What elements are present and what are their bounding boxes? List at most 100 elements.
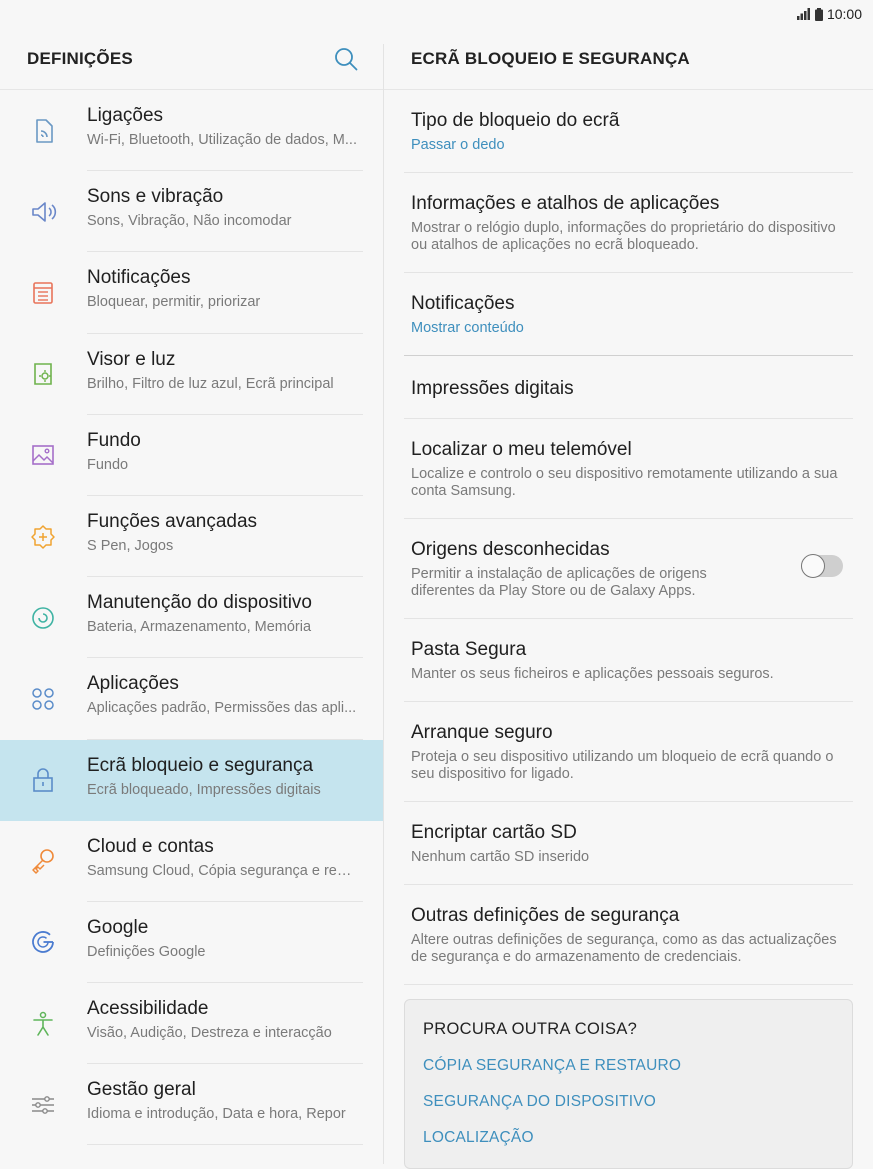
settings-item-subtitle: Fundo (87, 456, 129, 473)
lock-setting-subtitle: Proteja o seu dispositivo utilizando um … (411, 749, 834, 782)
settings-item-subtitle: Visão, Audição, Destreza e interacção (87, 1025, 332, 1042)
notifications-icon (33, 282, 53, 304)
settings-item-text: Sons e vibração Sons, Vibração, Não inco… (87, 186, 357, 229)
toggle-knob (801, 554, 825, 578)
lock-setting-subtitle: Mostrar o relógio duplo, informações do … (411, 220, 836, 253)
settings-item-title: Google (87, 916, 149, 938)
settings-item-text: Funções avançadas S Pen, Jogos (87, 511, 357, 554)
lock-setting-title: Origens desconhecidas (411, 539, 610, 560)
lock-setting-item[interactable]: Notificações Mostrar conteúdo (404, 273, 853, 356)
connections-icon (36, 118, 53, 143)
lock-setting-title: Pasta Segura (411, 639, 527, 660)
settings-item-text: Notificações Bloquear, permitir, prioriz… (87, 267, 357, 310)
lock-icon (33, 768, 53, 792)
settings-item-sliders[interactable]: Gestão geral Idioma e introdução, Data e… (0, 1064, 383, 1146)
settings-item-subtitle: Bloquear, permitir, priorizar (87, 294, 261, 311)
settings-item-accessibility[interactable]: Acessibilidade Visão, Audição, Destreza … (0, 983, 383, 1065)
accessibility-icon (33, 1011, 53, 1036)
lock-setting-item[interactable]: Pasta Segura Manter os seus ficheiros e a… (404, 619, 853, 702)
settings-item-title: Acessibilidade (87, 998, 209, 1020)
lock-setting-item[interactable]: Outras definições de segurança Altere out… (404, 885, 853, 985)
lock-setting-title: Tipo de bloqueio do ecrã (411, 110, 620, 131)
key-icon (32, 849, 54, 875)
lock-setting-item[interactable]: Origens desconhecidas Permitir a instalaç… (404, 519, 853, 619)
status-time: 10:00 (826, 6, 862, 22)
settings-item-title: Aplicações (87, 673, 179, 695)
settings-item-connections[interactable]: Ligações Wi-Fi, Bluetooth, Utilização de… (0, 90, 383, 172)
settings-item-text: Google Definições Google (87, 917, 357, 960)
settings-item-subtitle: Definições Google (87, 943, 206, 960)
lock-setting-subtitle: Nenhum cartão SD inserido (411, 849, 590, 865)
signal-icon (796, 8, 810, 20)
settings-item-subtitle: Sons, Vibração, Não incomodar (87, 213, 292, 230)
lock-setting-subtitle: Manter os seus ficheiros e aplicações pe… (411, 666, 774, 682)
wallpaper-icon (32, 445, 54, 466)
settings-item-text: Aplicações Aplicações padrão, Permissões… (87, 673, 357, 716)
settings-item-lock[interactable]: Ecrã bloqueio e segurança Ecrã bloqueado… (0, 739, 383, 821)
lock-setting-title: Notificações (411, 293, 515, 314)
settings-item-display[interactable]: Visor e luz Brilho, Filtro de luz azul, … (0, 334, 383, 415)
lock-setting-item[interactable]: Encriptar cartão SD Nenhum cartão SD inse… (404, 802, 853, 885)
looking-for-title: PROCURA OUTRA COISA? (423, 1020, 638, 1038)
lock-setting-title: Informações e atalhos de aplicações (411, 193, 720, 214)
settings-item-subtitle: Bateria, Armazenamento, Memória (87, 619, 312, 636)
settings-item-title: Notificações (87, 267, 191, 289)
lock-setting-title: Encriptar cartão SD (411, 822, 577, 843)
link-location[interactable]: LOCALIZAÇÃO (423, 1129, 834, 1147)
settings-item-apps[interactable]: Aplicações Aplicações padrão, Permissões… (0, 658, 383, 740)
link-device-security[interactable]: SEGURANÇA DO DISPOSITIVO (423, 1093, 834, 1111)
lock-setting-subtitle: Localize e controlo o seu dispositivo re… (411, 466, 838, 499)
settings-item-text: Gestão geral Idioma e introdução, Data e… (87, 1079, 357, 1122)
lock-setting-subtitle: Mostrar conteúdo (411, 320, 524, 336)
lock-setting-item[interactable]: Impressões digitais (404, 356, 853, 419)
lock-setting-item[interactable]: Informações e atalhos de aplicações Mostr… (404, 173, 853, 273)
lock-security-settings: Tipo de bloqueio do ecrã Passar o dedo Inf… (384, 90, 873, 985)
settings-item-device-maintenance[interactable]: Manutenção do dispositivo Bateria, Armaz… (0, 577, 383, 659)
settings-item-key[interactable]: Cloud e contas Samsung Cloud, Cópia segu… (0, 821, 383, 903)
lock-setting-item[interactable]: Arranque seguro Proteja o seu dispositivo… (404, 702, 853, 802)
speaker-icon (32, 201, 57, 222)
settings-list-pane: DEFINIÇÕES Ligações Wi-Fi, Bluetooth, Ut… (0, 28, 383, 1164)
settings-item-advanced-features[interactable]: Funções avançadas S Pen, Jogos (0, 496, 383, 578)
settings-item-subtitle: Ecrã bloqueado, Impressões digitais (87, 781, 321, 798)
settings-item-speaker[interactable]: Sons e vibração Sons, Vibração, Não inco… (0, 171, 383, 253)
detail-header: ECRÃ BLOQUEIO E SEGURANÇA (384, 28, 873, 90)
settings-item-title: Manutenção do dispositivo (87, 592, 312, 614)
settings-item-title: Visor e luz (87, 348, 176, 370)
settings-item-text: Manutenção do dispositivo Bateria, Armaz… (87, 592, 357, 635)
settings-item-title: Gestão geral (87, 1079, 196, 1101)
lock-setting-title: Arranque seguro (411, 722, 553, 743)
settings-menu: Ligações Wi-Fi, Bluetooth, Utilização de… (0, 90, 383, 1146)
settings-item-google[interactable]: Google Definições Google (0, 902, 383, 984)
lock-setting-title: Outras definições de segurança (411, 905, 680, 926)
lock-setting-item[interactable]: Tipo de bloqueio do ecrã Passar o dedo (404, 90, 853, 173)
settings-item-subtitle: Samsung Cloud, Cópia segurança e rest... (87, 862, 357, 879)
lock-setting-title: Localizar o meu telemóvel (411, 439, 632, 460)
settings-item-text: Fundo Fundo (87, 430, 357, 473)
settings-item-text: Ecrã bloqueio e segurança Ecrã bloqueado… (87, 755, 357, 798)
lock-setting-subtitle: Altere outras definições de segurança, c… (411, 932, 837, 965)
unknown-sources-toggle[interactable] (801, 554, 843, 578)
settings-item-wallpaper[interactable]: Fundo Fundo (0, 415, 383, 497)
search-icon[interactable] (333, 46, 359, 72)
advanced-features-icon (31, 524, 55, 549)
lock-setting-title: Impressões digitais (411, 378, 574, 399)
settings-item-text: Ligações Wi-Fi, Bluetooth, Utilização de… (87, 105, 357, 148)
settings-item-subtitle: S Pen, Jogos (87, 537, 174, 554)
lock-setting-item[interactable]: Localizar o meu telemóvel Localize e cont… (404, 419, 853, 519)
lock-security-pane: ECRÃ BLOQUEIO E SEGURANÇA Tipo de bloque… (384, 28, 873, 1169)
settings-item-title: Ligações (87, 105, 164, 126)
settings-item-title: Funções avançadas (87, 510, 258, 532)
settings-item-title: Cloud e contas (87, 835, 214, 857)
sliders-icon (32, 1095, 54, 1114)
settings-item-title: Fundo (87, 429, 141, 451)
looking-for-something-else-card: PROCURA OUTRA COISA? CÓPIA SEGURANÇA E R… (404, 999, 853, 1169)
link-backup-restore[interactable]: CÓPIA SEGURANÇA E RESTAURO (423, 1057, 834, 1075)
battery-icon (814, 7, 823, 21)
settings-item-notifications[interactable]: Notificações Bloquear, permitir, prioriz… (0, 252, 383, 334)
settings-item-text: Visor e luz Brilho, Filtro de luz azul, … (87, 349, 357, 392)
google-icon (32, 931, 54, 954)
settings-item-subtitle: Idioma e introdução, Data e hora, Repor (87, 1106, 346, 1123)
lock-setting-subtitle: Passar o dedo (411, 137, 505, 153)
settings-item-text: Cloud e contas Samsung Cloud, Cópia segu… (87, 836, 357, 879)
